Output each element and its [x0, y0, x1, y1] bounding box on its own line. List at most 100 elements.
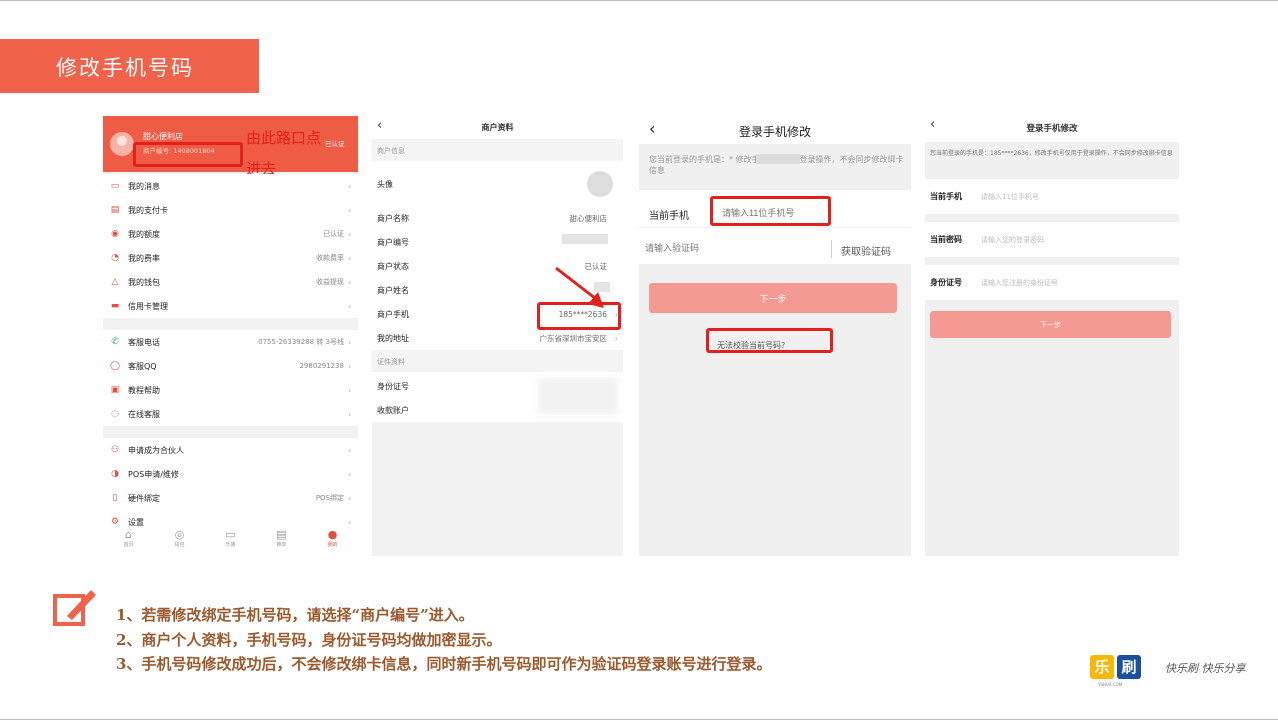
masked-phone [756, 154, 800, 164]
phone-icon: ✆ [111, 337, 119, 347]
menu-label: 客服QQ [128, 361, 157, 371]
next-button[interactable]: 下一步 [649, 283, 897, 313]
get-code-button[interactable]: 获取验证码 [841, 243, 891, 258]
chevron-right-icon: › [348, 253, 352, 263]
menu-label: 我的钱包 [128, 277, 160, 287]
menu-item-3[interactable]: ◔ 我的费率 收款费率 › [103, 246, 358, 270]
merchant-avatar [587, 171, 613, 197]
password-input[interactable]: 请输入您的登录密码 [981, 235, 1044, 245]
menu-item-7[interactable]: ◯ 客服QQ 2980291238 › [103, 354, 358, 378]
credit-card-icon: ▬ [110, 301, 120, 311]
chevron-right-icon: › [348, 493, 352, 503]
menu-label: 在线客服 [128, 409, 160, 419]
info-label: 商户手机 [377, 309, 409, 319]
menu-label: 我的额度 [128, 229, 160, 239]
screen-identity-verify: ‹ 登录手机修改 您当前登录的手机是：185****2636，修改手机号仅用于登… [925, 116, 1179, 556]
title-bar: ‹ 登录手机修改 [639, 116, 911, 144]
logo-subtext: YSHUA.COM [1098, 682, 1123, 687]
lebo-icon: ▭ [225, 528, 236, 541]
menu-item-8[interactable]: ▣ 教程帮助 › [103, 378, 358, 402]
page-title: 修改手机号码 [56, 56, 194, 80]
menu-label: 硬件绑定 [128, 493, 160, 503]
top-rule [0, 0, 1278, 1]
chevron-right-icon: › [348, 385, 352, 395]
logo-part1: 乐 [1090, 655, 1114, 679]
menu-item-11[interactable]: ◑ POS申请/维修 › [103, 462, 358, 486]
rate-icon: ◔ [111, 253, 119, 263]
wallet-tab-icon: ◎ [174, 528, 185, 541]
menu-item-4[interactable]: △ 我的钱包 收益提现 › [103, 270, 358, 294]
menu-label: 我的消息 [128, 181, 160, 191]
menu-value: 收款费率 [316, 254, 344, 262]
next-button[interactable]: 下一步 [930, 311, 1171, 338]
tab-push[interactable]: ▤ 推单 [256, 526, 307, 556]
edit-icon [53, 590, 96, 626]
qq-icon: ◯ [109, 361, 121, 371]
chevron-right-icon: › [348, 181, 352, 191]
menu-value: 收益提现 [316, 278, 344, 286]
wallet-icon: △ [111, 277, 119, 287]
code-input[interactable] [645, 237, 815, 259]
partner-icon: ⚇ [110, 445, 120, 455]
phone-input-highlight [710, 196, 831, 226]
tab-mine[interactable]: ● 我的 [307, 526, 358, 556]
tab-lebo[interactable]: ▭ 乐播 [205, 526, 256, 556]
chevron-right-icon: › [348, 205, 352, 215]
info-label: 商户姓名 [377, 285, 409, 295]
user-icon: ● [327, 528, 338, 541]
chevron-right-icon: › [348, 469, 352, 479]
menu-item-10[interactable]: ⚇ 申请成为合伙人 › [103, 438, 358, 462]
menu-value: 已认证 [323, 230, 344, 238]
menu-item-5[interactable]: ▬ 信用卡管理 › [103, 294, 358, 318]
message-icon: ▭ [110, 181, 120, 191]
phone-highlight [537, 302, 621, 330]
menu-label: 我的费率 [128, 253, 160, 263]
info-label: 商户名称 [377, 213, 409, 223]
quota-icon: ◉ [111, 229, 119, 239]
menu-value: 0755-26339288 转 3号线 [258, 338, 344, 346]
note-3: 3、手机号码修改成功后，不会修改绑卡信息，同时新手机号码即可作为验证码登录账号进… [116, 655, 772, 673]
chevron-right-icon: › [348, 361, 352, 371]
help-icon: ▣ [110, 385, 120, 395]
info-label: 我的地址 [377, 333, 409, 343]
chevron-right-icon: › [348, 277, 352, 287]
field-current-password: 当前密码 请输入您的登录密码 [925, 222, 1179, 257]
verified-label: 已认证 [325, 140, 345, 148]
menu-item-2[interactable]: ◉ 我的额度 已认证 › [103, 222, 358, 246]
bottom-rule [0, 719, 1278, 720]
info-label: 商户状态 [377, 261, 409, 271]
menu-label: 客服电话 [128, 337, 160, 347]
current-phone-input[interactable]: 请输入11位手机号 [981, 192, 1039, 202]
masked-value [562, 234, 608, 244]
note-1: 1、若需修改绑定手机号码，请选择“商户编号”进入。 [116, 606, 474, 624]
signature: 快乐刷 快乐分享 [1165, 662, 1246, 675]
chevron-right-icon: › [348, 301, 352, 311]
chevron-right-icon: › [348, 409, 352, 419]
screen-merchant-info: ‹ 商户资料 商户信息 头像 商户名称 甜心便利店 商户编号 商户状态 已认证 商户姓名商… [372, 116, 623, 556]
tab-home[interactable]: ⌂ 首页 [103, 526, 154, 556]
menu-item-6[interactable]: ✆ 客服电话 0755-26339288 转 3号线 › [103, 330, 358, 354]
cert-label: 收款账户 [377, 405, 409, 415]
info-value: 甜心便利店 [569, 213, 608, 223]
tab-wallet[interactable]: ◎ 钱包 [154, 526, 205, 556]
menu-item-1[interactable]: ▤ 我的支付卡 › [103, 198, 358, 222]
field-label: 身份证号 [930, 278, 962, 287]
screen-profile: 甜心便利店 商户编号: 1408001804 已认证 由此路口点 进去 ▭ 我的消… [103, 116, 358, 556]
screen-title: 登录手机修改 [1026, 124, 1078, 134]
id-number-input[interactable]: 请输入您注册的身份证号 [981, 278, 1058, 288]
menu-item-12[interactable]: ▯ 硬件绑定 POS绑定 › [103, 486, 358, 510]
field-label: 当前手机 [930, 192, 962, 201]
avatar-row[interactable]: 头像 [372, 166, 623, 202]
blank-area [372, 422, 623, 556]
menu-item-0[interactable]: ▭ 我的消息 › [103, 174, 358, 198]
note-2: 2、商户个人资料，手机号码，身份证号码均做加密显示。 [116, 631, 502, 649]
menu-label: 信用卡管理 [128, 301, 168, 311]
notice-text: 您当前登录的手机是：185****2636，修改手机号仅用于登录操作，不会同步修… [930, 150, 1173, 157]
menu-label: 教程帮助 [128, 385, 160, 395]
back-icon[interactable]: ‹ [649, 119, 655, 138]
menu-item-9[interactable]: ◌ 在线客服 › [103, 402, 358, 426]
card-icon: ▤ [110, 205, 120, 215]
field-current-phone: 当前手机 请输入11位手机号 [925, 179, 1179, 214]
avatar-label: 头像 [377, 179, 393, 189]
info-value: 广东省深圳市宝安区 [539, 333, 608, 343]
